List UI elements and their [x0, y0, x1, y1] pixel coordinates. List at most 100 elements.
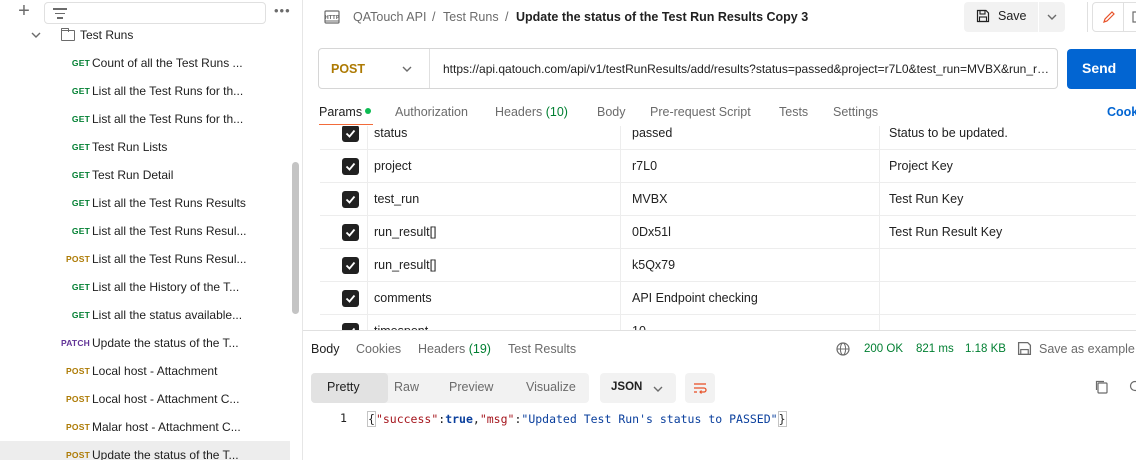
sidebar-request-item[interactable]: POST Malar host - Attachment C... [0, 413, 290, 441]
param-checkbox[interactable] [342, 290, 359, 307]
response-tab-body[interactable]: Body [311, 342, 340, 356]
param-value[interactable]: passed [632, 126, 672, 140]
param-row: test_run MVBX Test Run Key [320, 183, 1136, 216]
chevron-down-icon[interactable] [30, 29, 42, 41]
globe-icon[interactable] [835, 341, 851, 357]
folder-test-runs[interactable]: Test Runs [0, 26, 290, 46]
breadcrumb-folder[interactable]: Test Runs [443, 9, 499, 25]
response-tab-cookies[interactable]: Cookies [356, 342, 401, 356]
response-size[interactable]: 1.18 KB [965, 343, 1006, 355]
format-visualize-button[interactable]: Visualize [526, 380, 576, 394]
response-time[interactable]: 821 ms [916, 343, 954, 355]
json-string: "Updated Test Run's status to PASSED" [521, 412, 778, 426]
param-value[interactable]: API Endpoint checking [632, 291, 758, 305]
sidebar-request-item[interactable]: GET List all the History of the T... [0, 273, 290, 301]
edit-mode-button[interactable] [1092, 2, 1124, 32]
tab-params[interactable]: Params [319, 105, 372, 119]
sidebar-request-label: List all the History of the T... [92, 280, 240, 294]
param-checkbox[interactable] [342, 191, 359, 208]
param-checkbox[interactable] [342, 224, 359, 241]
response-status[interactable]: 200 OK [864, 343, 903, 355]
send-button[interactable]: Send [1067, 49, 1136, 89]
param-value[interactable]: r7L0 [632, 159, 657, 173]
param-checkbox[interactable] [342, 126, 359, 142]
param-checkbox[interactable] [342, 257, 359, 274]
sidebar-request-item[interactable]: POST List all the Test Runs Resul... [0, 245, 290, 273]
documentation-button[interactable] [1124, 2, 1136, 32]
sidebar-request-item[interactable]: POST Update the status of the T... [0, 441, 290, 460]
sidebar-scrollbar[interactable] [292, 162, 299, 314]
param-key[interactable]: comments [374, 291, 432, 305]
param-key[interactable]: project [374, 159, 412, 173]
checkbox-icon [345, 261, 356, 270]
response-tab-test-results[interactable]: Test Results [508, 342, 576, 356]
response-tabs: Body Cookies Headers (19) Test Results 2… [303, 332, 1136, 364]
param-checkbox[interactable] [342, 158, 359, 175]
param-row: run_result[] 0Dx51l Test Run Result Key [320, 216, 1136, 249]
format-pretty-button[interactable]: Pretty [311, 373, 388, 403]
tab-authorization[interactable]: Authorization [395, 105, 468, 119]
tab-headers-count: (10) [545, 105, 568, 119]
param-description[interactable]: Test Run Key [889, 192, 963, 206]
param-checkbox[interactable] [342, 323, 359, 330]
tab-settings[interactable]: Settings [833, 105, 878, 119]
sidebar-request-label: Test Run Detail [92, 168, 174, 182]
plus-icon[interactable]: + [14, 1, 34, 22]
copy-icon[interactable] [1093, 378, 1111, 396]
tab-body[interactable]: Body [597, 105, 626, 119]
active-tab-underline [319, 124, 373, 125]
param-description[interactable]: Project Key [889, 159, 953, 173]
param-description[interactable]: Test Run Result Key [889, 225, 1002, 239]
param-key[interactable]: status [374, 126, 407, 140]
tab-headers[interactable]: Headers (10) [495, 105, 568, 119]
method-badge: POST [66, 394, 90, 404]
param-row: project r7L0 Project Key [320, 150, 1136, 183]
sidebar-request-item[interactable]: GET List all the status available... [0, 301, 290, 329]
sidebar-request-item[interactable]: POST Local host - Attachment [0, 357, 290, 385]
method-select[interactable]: POST [319, 49, 430, 88]
wrap-lines-button[interactable] [685, 373, 715, 403]
sidebar-request-item[interactable]: PATCH Update the status of the T... [0, 329, 290, 357]
param-value[interactable]: k5Qx79 [632, 258, 675, 272]
param-value[interactable]: MVBX [632, 192, 667, 206]
sidebar-request-item[interactable]: GET Test Run Detail [0, 161, 290, 189]
sidebar-request-item[interactable]: GET Test Run Lists [0, 133, 290, 161]
search-icon[interactable] [1126, 378, 1136, 396]
param-description[interactable]: Status to be updated. [889, 126, 1008, 140]
format-preview-button[interactable]: Preview [449, 380, 493, 394]
language-value: JSON [611, 381, 643, 393]
sidebar-request-item[interactable]: GET List all the Test Runs for th... [0, 77, 290, 105]
sidebar-request-item[interactable]: GET List all the Test Runs for th... [0, 105, 290, 133]
tab-prerequest-script[interactable]: Pre-request Script [650, 105, 751, 119]
response-body[interactable]: 1 {"success":true,"msg":"Updated Test Ru… [303, 410, 1136, 427]
language-select[interactable]: JSON [600, 373, 676, 403]
chevron-down-icon [402, 66, 412, 72]
sidebar-request-item[interactable]: GET List all the Test Runs Results [0, 189, 290, 217]
response-divider[interactable] [303, 330, 1136, 331]
cookies-link[interactable]: Cookies [1107, 105, 1136, 119]
request-header: HTTP QATouch API / Test Runs / Update th… [303, 0, 1136, 36]
param-key[interactable]: test_run [374, 192, 419, 206]
method-badge: GET [71, 58, 90, 68]
request-title[interactable]: Update the status of the Test Run Result… [516, 9, 808, 25]
response-tab-headers[interactable]: Headers (19) [418, 342, 491, 356]
method-badge: GET [71, 170, 90, 180]
param-key[interactable]: run_result[] [374, 225, 437, 239]
breadcrumb-collection[interactable]: QATouch API [353, 9, 426, 25]
param-key[interactable]: run_result[] [374, 258, 437, 272]
more-icon[interactable]: ••• [274, 4, 292, 20]
tab-tests[interactable]: Tests [779, 105, 808, 119]
sidebar-request-item[interactable]: GET List all the Test Runs Resul... [0, 217, 290, 245]
save-as-example-button[interactable]: Save as example [1039, 342, 1136, 356]
filter-input[interactable] [44, 2, 266, 24]
format-raw-button[interactable]: Raw [394, 380, 419, 394]
chevron-down-icon [653, 386, 663, 392]
url-input[interactable]: https://api.qatouch.com/api/v1/testRunRe… [443, 62, 1049, 76]
sidebar-request-item[interactable]: POST Local host - Attachment C... [0, 385, 290, 413]
method-badge: POST [66, 450, 90, 460]
save-button[interactable]: Save [964, 2, 1038, 32]
save-dropdown-button[interactable] [1039, 2, 1065, 32]
param-value[interactable]: 0Dx51l [632, 225, 671, 239]
save-example-icon [1017, 341, 1032, 356]
sidebar-request-item[interactable]: GET Count of all the Test Runs ... [0, 49, 290, 77]
